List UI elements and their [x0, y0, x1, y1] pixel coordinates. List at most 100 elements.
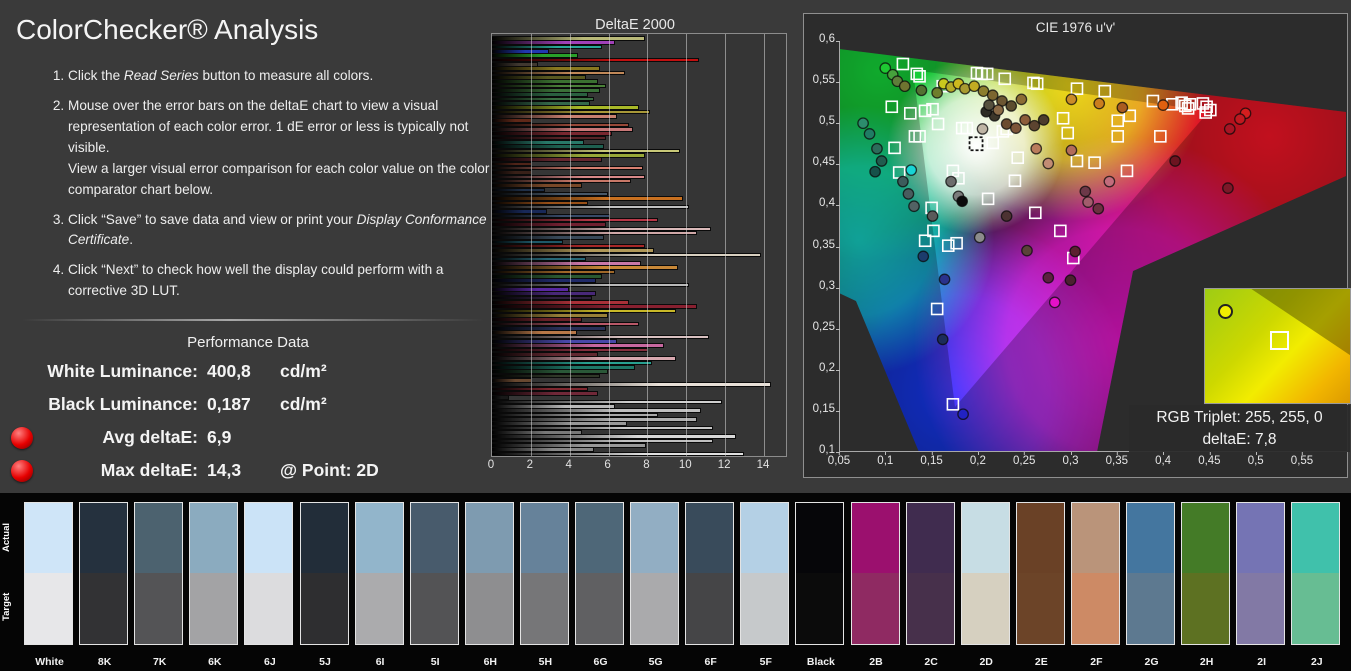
cie-measured-marker[interactable]: [1117, 102, 1127, 112]
swatch-actual-color: [1072, 503, 1119, 573]
cie-measured-marker[interactable]: [1066, 145, 1076, 155]
swatch[interactable]: 6F: [685, 502, 734, 645]
cie-measured-marker[interactable]: [1038, 115, 1048, 125]
cie-measured-marker[interactable]: [1006, 101, 1016, 111]
cie-measured-marker[interactable]: [1223, 183, 1233, 193]
swatch-label: 2D: [959, 656, 1014, 668]
cie-measured-marker[interactable]: [1001, 211, 1011, 221]
deltae-bar[interactable]: [492, 452, 744, 457]
cie-measured-marker[interactable]: [988, 90, 998, 100]
swatch[interactable]: 6H: [465, 502, 514, 645]
swatch[interactable]: 2I: [1236, 502, 1285, 645]
cie-measured-marker[interactable]: [864, 129, 874, 139]
swatch-target-color: [576, 573, 623, 644]
cie-measured-marker[interactable]: [1016, 94, 1026, 104]
cie-measured-marker[interactable]: [932, 88, 942, 98]
cie-measured-marker[interactable]: [876, 156, 886, 166]
swatch-label: 6H: [463, 656, 518, 668]
metric-unit: cd/m²: [278, 361, 490, 382]
cie-measured-marker[interactable]: [1070, 246, 1080, 256]
swatch-target-color: [852, 573, 899, 644]
axis-tick-label: 0,5: [807, 115, 835, 127]
cie-measured-marker[interactable]: [1066, 94, 1076, 104]
cie-measured-marker[interactable]: [1065, 275, 1075, 285]
cie-measured-marker[interactable]: [975, 232, 985, 242]
cie-measured-marker[interactable]: [870, 166, 880, 176]
swatch-actual-color: [907, 503, 954, 573]
swatch[interactable]: 2H: [1181, 502, 1230, 645]
cie-measured-marker[interactable]: [900, 81, 910, 91]
swatch-label: 2E: [1014, 656, 1069, 668]
axis-tick-label: 0,1: [877, 455, 893, 467]
axis-tick-label: 0,6: [807, 33, 835, 45]
axis-tick-label: 0,5: [1248, 455, 1264, 467]
swatch[interactable]: 2G: [1126, 502, 1175, 645]
cie-measured-marker[interactable]: [1043, 158, 1053, 168]
cie-measured-marker[interactable]: [1093, 203, 1103, 213]
cie-panel: CIE 1976 u'v' 0,60,550,50,450,40,350,30,…: [803, 13, 1348, 478]
swatch[interactable]: 2C: [906, 502, 955, 645]
cie-measured-marker[interactable]: [916, 85, 926, 95]
top-section: ColorChecker® Analysis Click the Read Se…: [0, 0, 1351, 493]
cie-measured-marker[interactable]: [977, 124, 987, 134]
cie-measured-marker[interactable]: [1043, 273, 1053, 283]
swatch[interactable]: 8K: [79, 502, 128, 645]
swatch[interactable]: 6K: [189, 502, 238, 645]
cie-measured-marker[interactable]: [1225, 124, 1235, 134]
cie-selected-marker[interactable]: [970, 137, 983, 150]
swatch[interactable]: 2F: [1071, 502, 1120, 645]
swatch[interactable]: 2D: [961, 502, 1010, 645]
cie-measured-marker[interactable]: [909, 201, 919, 211]
swatch[interactable]: 6G: [575, 502, 624, 645]
cie-measured-marker[interactable]: [906, 165, 916, 175]
cie-measured-marker[interactable]: [1235, 114, 1245, 124]
cie-measured-marker[interactable]: [1094, 98, 1104, 108]
swatch-target-color: [1292, 573, 1339, 644]
cie-measured-marker[interactable]: [1080, 186, 1090, 196]
swatch[interactable]: 2J: [1291, 502, 1340, 645]
swatch-target-color: [245, 573, 292, 644]
swatch[interactable]: 5I: [410, 502, 459, 645]
axis-tick-label: 0,3: [807, 280, 835, 292]
cie-measured-marker[interactable]: [858, 118, 868, 128]
cie-measured-marker[interactable]: [984, 100, 994, 110]
cie-measured-marker[interactable]: [898, 176, 908, 186]
swatch-target-color: [907, 573, 954, 644]
cie-measured-marker[interactable]: [1170, 156, 1180, 166]
swatch[interactable]: 5G: [630, 502, 679, 645]
cie-measured-marker[interactable]: [958, 409, 968, 419]
cie-measured-marker[interactable]: [1031, 143, 1041, 153]
swatch[interactable]: White: [24, 502, 73, 645]
cie-measured-marker[interactable]: [946, 176, 956, 186]
cie-tooltip: RGB Triplet: 255, 255, 0 deltaE: 7,8: [1129, 405, 1350, 452]
deltae-plot-area[interactable]: [491, 33, 787, 457]
cie-measured-marker[interactable]: [927, 211, 937, 221]
cie-measured-marker[interactable]: [1158, 100, 1168, 110]
cie-measured-marker[interactable]: [1050, 297, 1060, 307]
swatch[interactable]: 7K: [134, 502, 183, 645]
swatch[interactable]: 5H: [520, 502, 569, 645]
swatch[interactable]: 6I: [355, 502, 404, 645]
cie-measured-marker[interactable]: [938, 334, 948, 344]
swatch[interactable]: 5J: [300, 502, 349, 645]
swatch-target-color: [135, 573, 182, 644]
swatch[interactable]: Black: [795, 502, 844, 645]
cie-measured-marker[interactable]: [939, 274, 949, 284]
swatch-label: White: [22, 656, 77, 668]
swatch[interactable]: 2E: [1016, 502, 1065, 645]
cie-measured-marker[interactable]: [1083, 197, 1093, 207]
cie-measured-marker[interactable]: [957, 196, 967, 206]
cie-measured-marker[interactable]: [918, 251, 928, 261]
cie-measured-marker[interactable]: [1029, 120, 1039, 130]
swatch[interactable]: 2B: [851, 502, 900, 645]
cie-measured-marker[interactable]: [903, 189, 913, 199]
swatch-target-color: [411, 573, 458, 644]
swatch[interactable]: 6J: [244, 502, 293, 645]
cie-measured-marker[interactable]: [1104, 176, 1114, 186]
cie-measured-marker[interactable]: [1020, 115, 1030, 125]
cie-measured-marker[interactable]: [1022, 245, 1032, 255]
swatch-label: 2I: [1234, 656, 1289, 668]
cie-measured-marker[interactable]: [1011, 123, 1021, 133]
swatch[interactable]: 5F: [740, 502, 789, 645]
cie-measured-marker[interactable]: [872, 143, 882, 153]
